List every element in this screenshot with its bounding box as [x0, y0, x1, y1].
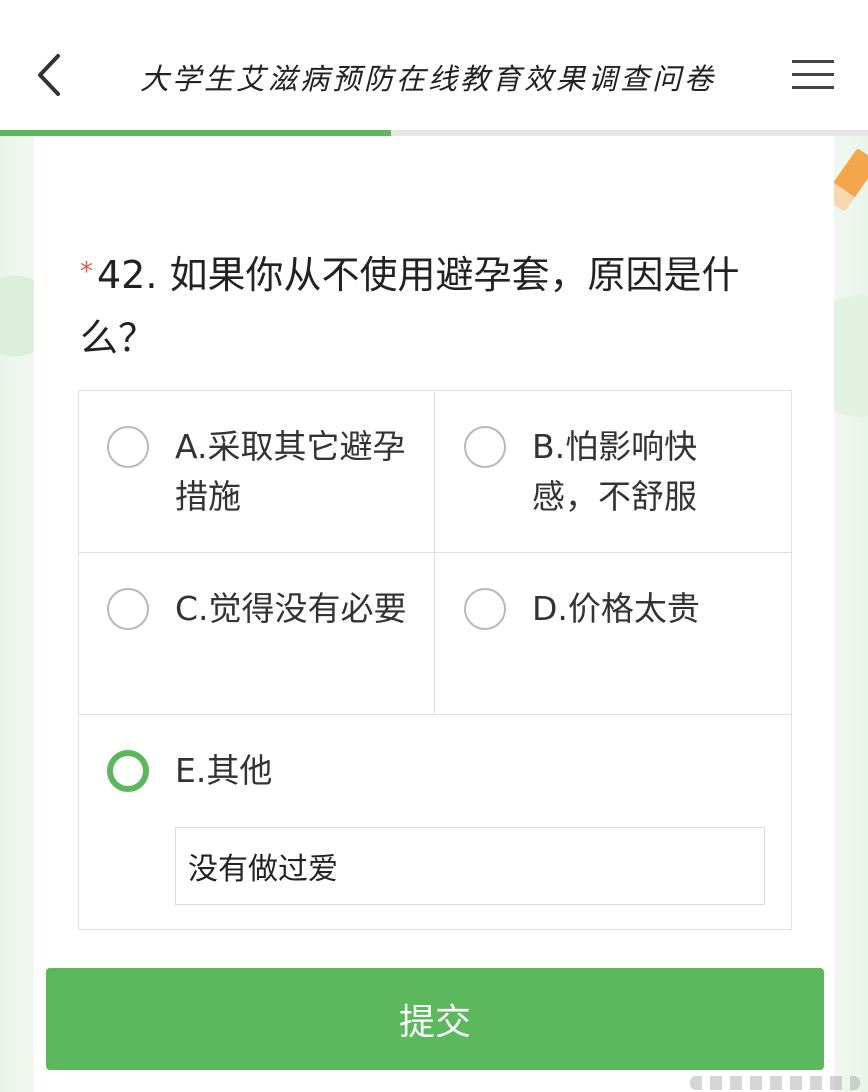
watermark: [690, 1076, 860, 1090]
radio-c[interactable]: [107, 588, 149, 630]
options-grid: A.采取其它避孕措施 B.怕影响快感，不舒服 C.觉得没有必要 D.价格太贵 E…: [78, 390, 792, 930]
menu-button[interactable]: [792, 58, 836, 92]
radio-b[interactable]: [464, 426, 506, 468]
hamburger-menu-icon: [792, 60, 834, 63]
page-title: 大学生艾滋病预防在线教育效果调查问卷: [140, 62, 717, 96]
option-e-label: E.其他: [175, 751, 273, 790]
option-c-label: C.觉得没有必要: [175, 589, 407, 628]
question-card: * 42. 如果你从不使用避孕套，原因是什么？ A.采取其它避孕措施 B.怕影响快…: [34, 136, 834, 1092]
hamburger-menu-icon-line: [792, 73, 834, 76]
app-header: 大学生艾滋病预防在线教育效果调查问卷: [0, 0, 868, 132]
back-button[interactable]: [30, 50, 70, 100]
hamburger-menu-icon-line: [792, 86, 834, 89]
radio-e-selected[interactable]: [107, 750, 149, 792]
question-text: 42. 如果你从不使用避孕套，原因是什么？: [80, 253, 740, 360]
required-marker: *: [80, 257, 93, 287]
other-text-input[interactable]: [175, 827, 765, 905]
submit-button[interactable]: 提交: [46, 968, 824, 1070]
option-b-label: B.怕影响快感，不舒服: [532, 427, 698, 516]
radio-a[interactable]: [107, 426, 149, 468]
option-d-label: D.价格太贵: [532, 589, 700, 628]
option-c[interactable]: C.觉得没有必要: [79, 553, 435, 715]
option-b[interactable]: B.怕影响快感，不舒服: [435, 391, 791, 553]
option-a[interactable]: A.采取其它避孕措施: [79, 391, 435, 553]
radio-d[interactable]: [464, 588, 506, 630]
option-d[interactable]: D.价格太贵: [435, 553, 791, 715]
option-a-label: A.采取其它避孕措施: [175, 427, 406, 516]
question-title: * 42. 如果你从不使用避孕套，原因是什么？: [80, 246, 780, 367]
chevron-left-icon: [38, 54, 60, 96]
